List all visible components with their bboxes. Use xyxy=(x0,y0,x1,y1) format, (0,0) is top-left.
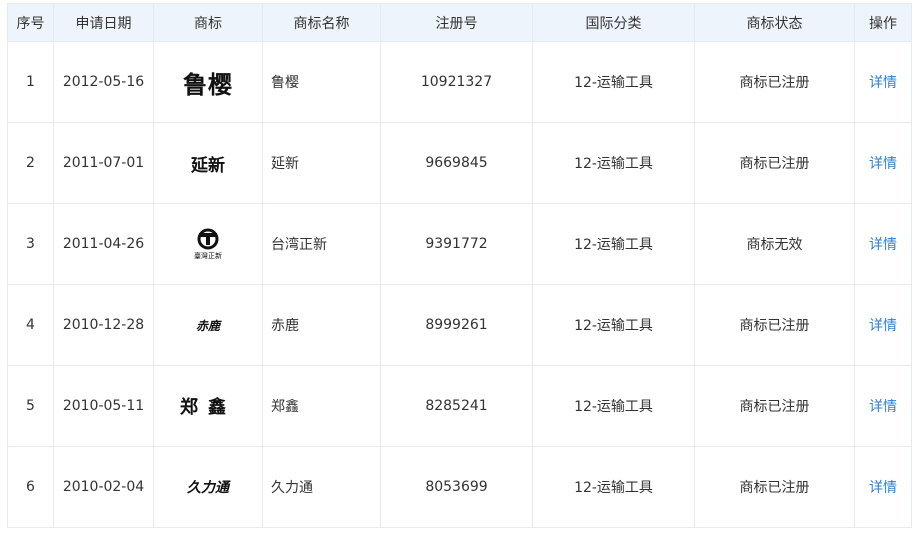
header-registration-number: 注册号 xyxy=(380,3,533,42)
row-action-cell: 详情 xyxy=(854,41,912,123)
trademark-logo: 郑鑫 xyxy=(153,365,263,447)
row-action-cell: 详情 xyxy=(854,365,912,447)
row-reg-no: 8285241 xyxy=(380,365,533,447)
row-class: 12-运输工具 xyxy=(532,41,695,123)
detail-link[interactable]: 详情 xyxy=(869,156,897,172)
trademark-logo: 臺灣正新 xyxy=(153,203,263,285)
trademark-logo-text: 郑鑫 xyxy=(180,397,236,418)
row-date: 2011-04-26 xyxy=(53,203,154,285)
trademark-logo-text: 久力通 xyxy=(187,480,229,496)
table-row: 1 2012-05-16 鲁樱 鲁樱 10921327 12-运输工具 商标已注… xyxy=(7,41,912,123)
row-index: 1 xyxy=(7,41,54,123)
row-status: 商标已注册 xyxy=(694,446,855,528)
row-date: 2012-05-16 xyxy=(53,41,154,123)
row-class: 12-运输工具 xyxy=(532,284,695,366)
row-status: 商标已注册 xyxy=(694,284,855,366)
trademark-logo: 鲁樱 xyxy=(153,41,263,123)
detail-link[interactable]: 详情 xyxy=(869,318,897,334)
row-date: 2011-07-01 xyxy=(53,122,154,204)
row-reg-no: 8053699 xyxy=(380,446,533,528)
table-header-row: 序号 申请日期 商标 商标名称 注册号 国际分类 商标状态 操作 xyxy=(7,3,912,42)
trademark-logo-text: 赤鹿 xyxy=(195,318,220,333)
row-class: 12-运输工具 xyxy=(532,203,695,285)
header-application-date: 申请日期 xyxy=(53,3,154,42)
table-row: 4 2010-12-28 赤鹿 赤鹿 8999261 12-运输工具 商标已注册… xyxy=(7,284,912,366)
row-name: 赤鹿 xyxy=(262,284,381,366)
trademark-logo-text: 鲁樱 xyxy=(183,69,233,99)
header-trademark: 商标 xyxy=(153,3,263,42)
detail-link[interactable]: 详情 xyxy=(869,399,897,415)
row-class: 12-运输工具 xyxy=(532,365,695,447)
tire-emblem-icon xyxy=(197,228,219,249)
row-status: 商标无效 xyxy=(694,203,855,285)
header-trademark-name: 商标名称 xyxy=(262,3,381,42)
row-index: 6 xyxy=(7,446,54,528)
row-index: 5 xyxy=(7,365,54,447)
table-row: 6 2010-02-04 久力通 久力通 8053699 12-运输工具 商标已… xyxy=(7,446,912,528)
trademark-table-container: 序号 申请日期 商标 商标名称 注册号 国际分类 商标状态 操作 1 2012-… xyxy=(7,3,912,528)
row-action-cell: 详情 xyxy=(854,122,912,204)
header-action: 操作 xyxy=(854,3,912,42)
row-status: 商标已注册 xyxy=(694,122,855,204)
row-class: 12-运输工具 xyxy=(532,122,695,204)
header-international-class: 国际分类 xyxy=(532,3,695,42)
row-status: 商标已注册 xyxy=(694,365,855,447)
detail-link[interactable]: 详情 xyxy=(869,480,897,496)
trademark-logo: 延新 xyxy=(153,122,263,204)
row-index: 4 xyxy=(7,284,54,366)
row-name: 台湾正新 xyxy=(262,203,381,285)
row-index: 3 xyxy=(7,203,54,285)
row-status: 商标已注册 xyxy=(694,41,855,123)
row-name: 郑鑫 xyxy=(262,365,381,447)
detail-link[interactable]: 详情 xyxy=(869,237,897,253)
row-name: 延新 xyxy=(262,122,381,204)
row-class: 12-运输工具 xyxy=(532,446,695,528)
row-reg-no: 10921327 xyxy=(380,41,533,123)
table-row: 2 2011-07-01 延新 延新 9669845 12-运输工具 商标已注册… xyxy=(7,122,912,204)
trademark-logo-emblem: 臺灣正新 xyxy=(193,228,223,261)
trademark-logo: 赤鹿 xyxy=(153,284,263,366)
row-index: 2 xyxy=(7,122,54,204)
row-action-cell: 详情 xyxy=(854,446,912,528)
row-name: 鲁樱 xyxy=(262,41,381,123)
table-row: 5 2010-05-11 郑鑫 郑鑫 8285241 12-运输工具 商标已注册… xyxy=(7,365,912,447)
row-reg-no: 9669845 xyxy=(380,122,533,204)
table-row: 3 2011-04-26 臺灣正新 台湾正新 9391772 12-运输工具 商… xyxy=(7,203,912,285)
row-date: 2010-02-04 xyxy=(53,446,154,528)
row-reg-no: 8999261 xyxy=(380,284,533,366)
row-name: 久力通 xyxy=(262,446,381,528)
header-trademark-status: 商标状态 xyxy=(694,3,855,42)
row-date: 2010-12-28 xyxy=(53,284,154,366)
row-action-cell: 详情 xyxy=(854,284,912,366)
header-index: 序号 xyxy=(7,3,54,42)
row-date: 2010-05-11 xyxy=(53,365,154,447)
trademark-table: 序号 申请日期 商标 商标名称 注册号 国际分类 商标状态 操作 1 2012-… xyxy=(7,3,912,528)
trademark-logo: 久力通 xyxy=(153,446,263,528)
detail-link[interactable]: 详情 xyxy=(869,75,897,91)
trademark-logo-text: 臺灣正新 xyxy=(194,251,222,260)
trademark-logo-text: 延新 xyxy=(191,155,225,176)
row-action-cell: 详情 xyxy=(854,203,912,285)
row-reg-no: 9391772 xyxy=(380,203,533,285)
